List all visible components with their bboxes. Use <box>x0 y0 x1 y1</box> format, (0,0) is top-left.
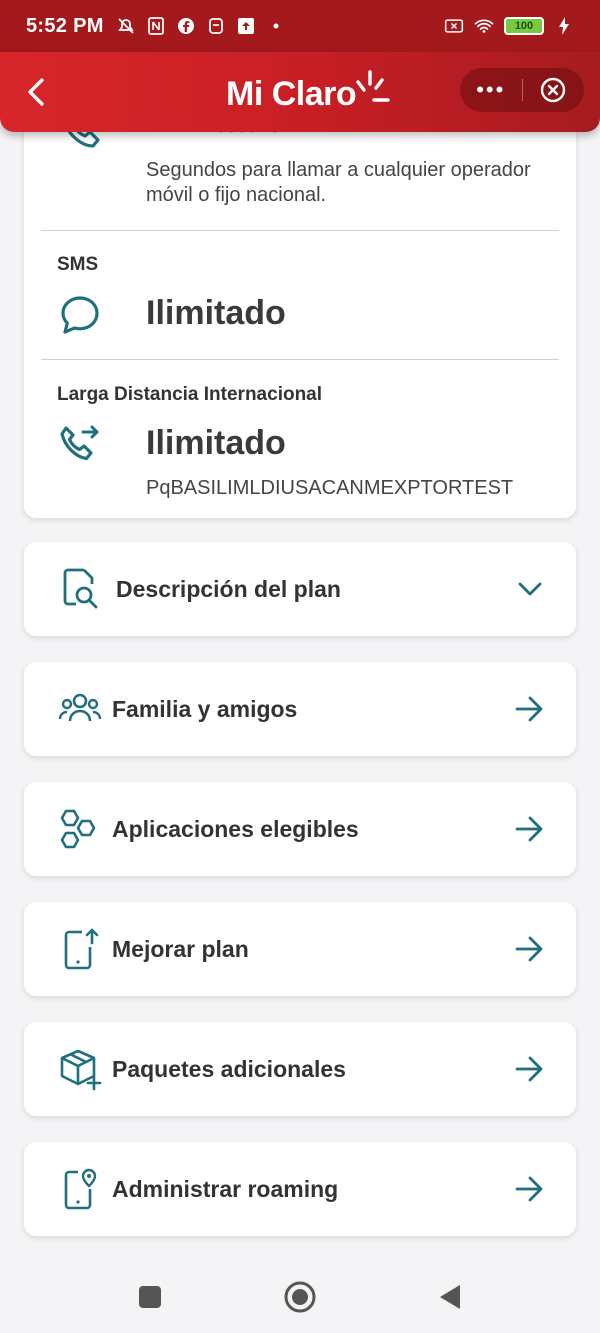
phone-upgrade-icon <box>54 923 106 975</box>
menu-label: Aplicaciones elegibles <box>112 815 359 842</box>
plan-code: PqBASILIMLDIUSACANMEXPTORTEST <box>146 477 514 499</box>
chevron-left-icon <box>28 78 44 106</box>
recents-button[interactable] <box>130 1277 170 1317</box>
voice-description: Segundos para llamar a cualquier operado… <box>146 159 531 206</box>
eligible-apps-row[interactable]: Aplicaciones elegibles <box>24 782 576 876</box>
square-icon <box>139 1285 161 1308</box>
status-time: 5:52 PM <box>26 14 104 37</box>
arrow-right-icon[interactable] <box>510 1169 550 1209</box>
document-search-icon <box>54 563 106 615</box>
wifi-icon <box>474 16 494 36</box>
ld-label: Larga Distancia Internacional <box>57 384 323 405</box>
close-button[interactable] <box>522 68 584 112</box>
menu-label: Administrar roaming <box>112 1175 339 1202</box>
sms-value: Ilimitado <box>146 294 286 332</box>
mute-icon <box>116 16 136 36</box>
family-friends-row[interactable]: Familia y amigos <box>24 662 576 756</box>
app-icon <box>206 16 226 36</box>
divider <box>41 359 559 360</box>
sms-label: SMS <box>57 254 99 275</box>
sim-off-icon <box>444 16 464 36</box>
divider <box>41 230 559 231</box>
app-header: Mi Claro ••• <box>0 52 600 132</box>
arrow-right-icon[interactable] <box>510 809 550 849</box>
notification-icons <box>116 16 286 36</box>
battery-indicator: 100 <box>504 17 544 35</box>
claro-sun-icon <box>356 70 390 102</box>
home-button[interactable] <box>280 1277 320 1317</box>
arrow-right-icon[interactable] <box>510 689 550 729</box>
menu-label: Mejorar plan <box>112 935 249 962</box>
arrow-right-icon[interactable] <box>510 1049 550 1089</box>
chevron-down-icon[interactable] <box>510 569 550 609</box>
brand-text: Mi Claro <box>226 75 357 113</box>
people-icon <box>54 683 106 735</box>
facebook-icon <box>176 16 196 36</box>
arrow-right-icon[interactable] <box>510 929 550 969</box>
charging-icon <box>554 16 574 36</box>
ld-value: Ilimitado <box>146 424 286 462</box>
back-nav-button[interactable] <box>430 1277 470 1317</box>
hexagons-icon <box>54 803 106 855</box>
status-bar: 5:52 PM 100 <box>0 0 600 52</box>
upload-icon <box>236 16 256 36</box>
nfc-icon <box>146 16 166 36</box>
phone-forward-icon <box>58 422 102 471</box>
back-button[interactable] <box>16 72 56 112</box>
mini-program-capsule: ••• <box>460 68 584 112</box>
menu-label: Familia y amigos <box>112 695 298 722</box>
chat-bubble-icon <box>58 293 102 342</box>
triangle-back-icon <box>440 1284 460 1309</box>
additional-packages-row[interactable]: Paquetes adicionales <box>24 1022 576 1116</box>
phone-location-icon <box>54 1163 106 1215</box>
dot-icon <box>266 16 286 36</box>
close-circle-icon <box>541 77 566 103</box>
menu-label: Paquetes adicionales <box>112 1055 346 1082</box>
more-options-button[interactable]: ••• <box>460 68 522 112</box>
more-dots-icon: ••• <box>476 77 506 102</box>
manage-roaming-row[interactable]: Administrar roaming <box>24 1142 576 1236</box>
menu-label: Descripción del plan <box>116 575 341 602</box>
package-add-icon <box>54 1043 106 1095</box>
upgrade-plan-row[interactable]: Mejorar plan <box>24 902 576 996</box>
brand-logo: Mi Claro <box>226 70 392 114</box>
plan-details-card: Ilimitado Segundos para llamar a cualqui… <box>24 100 576 518</box>
home-circle-icon <box>284 1281 316 1312</box>
system-navigation-bar <box>0 1260 600 1333</box>
plan-description-row[interactable]: Descripción del plan <box>24 542 576 636</box>
